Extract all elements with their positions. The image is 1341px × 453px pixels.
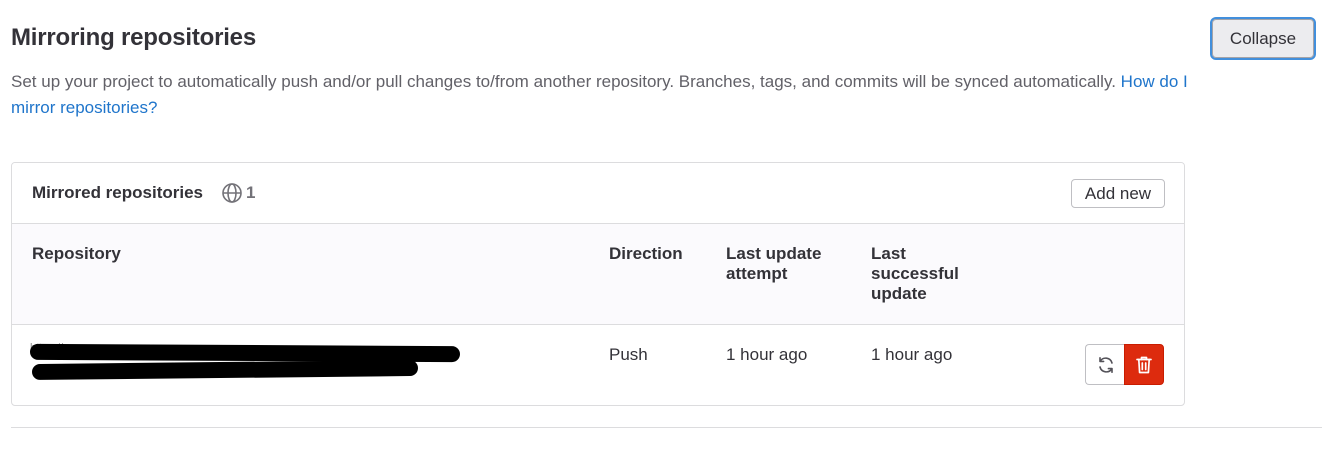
column-repository: Repository — [32, 244, 121, 263]
card-title: Mirrored repositories — [32, 183, 203, 202]
direction-value: Push — [609, 345, 648, 364]
column-direction: Direction — [609, 244, 683, 263]
sync-icon — [1098, 356, 1113, 373]
section-description: Set up your project to automatically pus… — [11, 69, 1191, 121]
column-last-attempt: Last update attempt — [726, 244, 822, 283]
globe-icon — [222, 183, 242, 203]
last-attempt-value: 1 hour ago — [726, 345, 808, 364]
page-title: Mirroring repositories — [11, 24, 256, 51]
redaction-mark — [31, 359, 419, 381]
description-text: Set up your project to automatically pus… — [11, 72, 1116, 91]
repository-url: https:// — [29, 341, 470, 387]
collapse-button[interactable]: Collapse — [1210, 17, 1316, 60]
card-header: Mirrored repositories 1 Add new — [12, 163, 1184, 224]
column-last-success: Last successful update — [871, 244, 959, 303]
section-divider — [11, 427, 1322, 428]
delete-mirror-button[interactable] — [1124, 344, 1164, 385]
last-success-value: 1 hour ago — [871, 345, 953, 364]
mirror-count: 1 — [246, 183, 256, 202]
table-row: https:// Push 1 hour ago 1 hour ago — [12, 325, 1184, 405]
update-now-button[interactable] — [1085, 344, 1125, 385]
add-new-button[interactable]: Add new — [1071, 179, 1165, 208]
mirrored-repositories-card: Mirrored repositories 1 Add new Reposito… — [11, 162, 1185, 406]
table-header: Repository Direction Last update attempt… — [12, 224, 1184, 325]
trash-icon — [1136, 356, 1152, 373]
